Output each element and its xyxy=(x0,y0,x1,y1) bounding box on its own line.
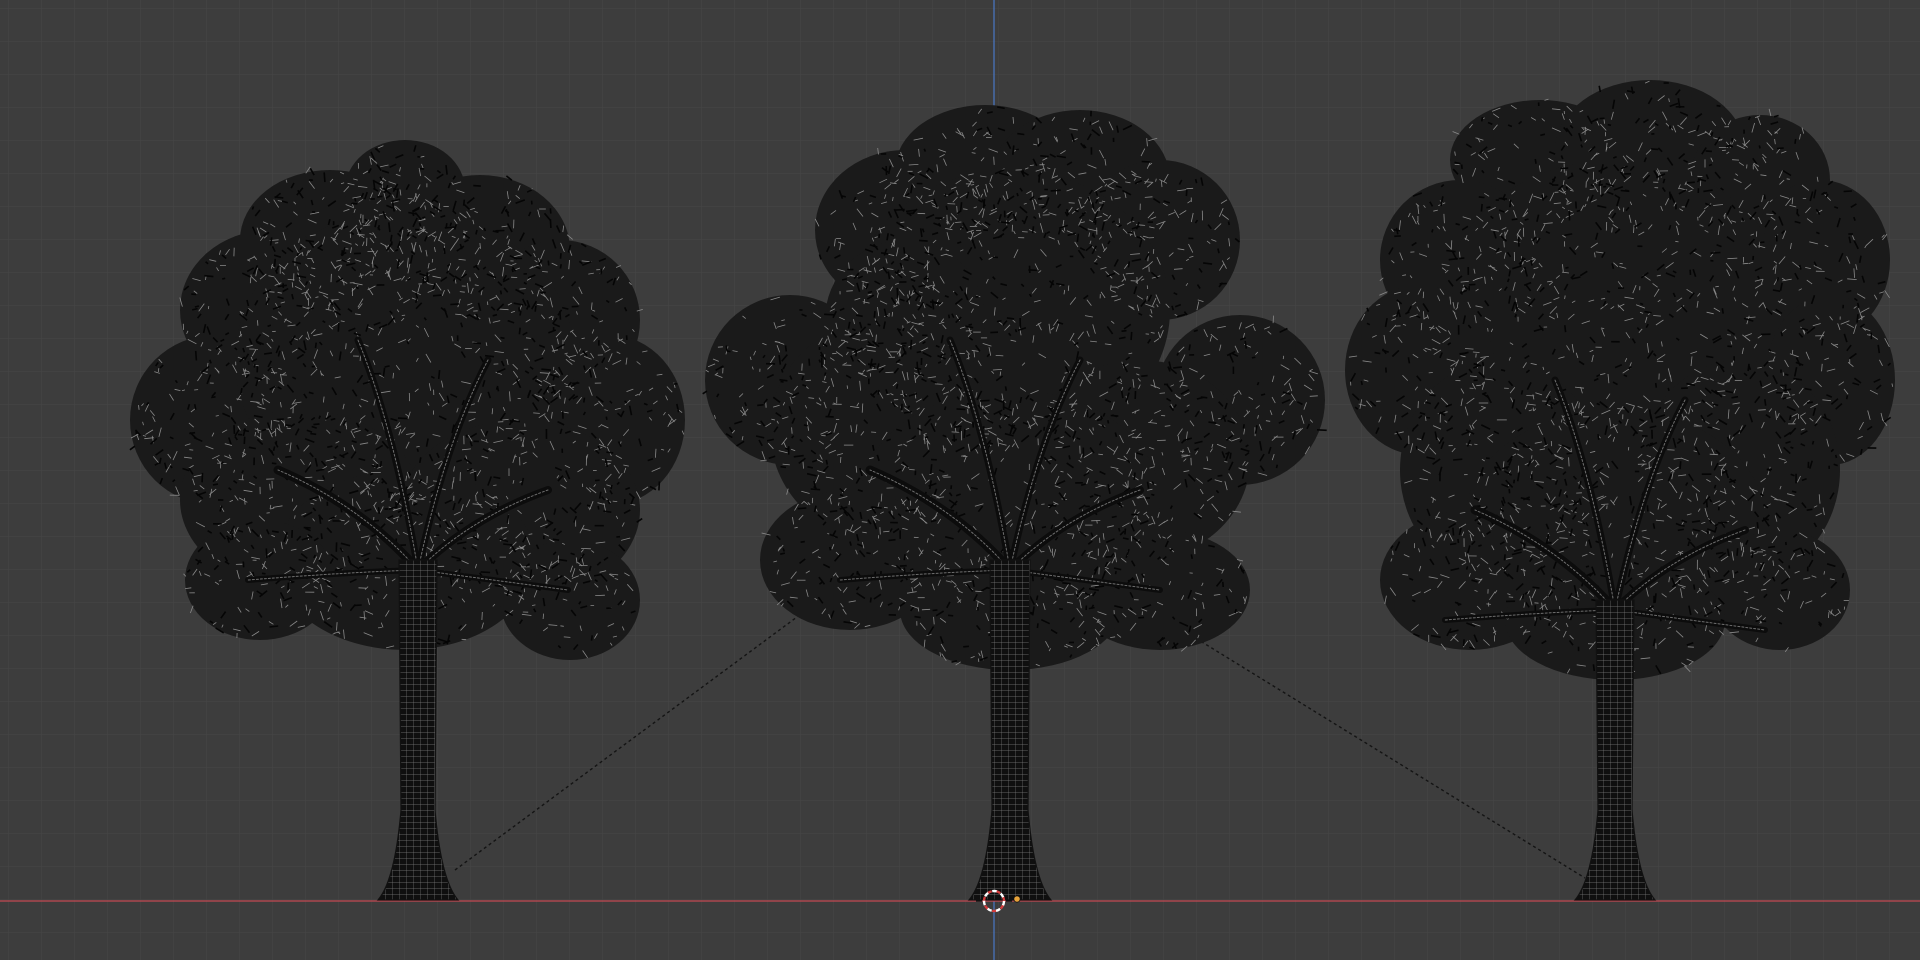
3d-viewport[interactable] xyxy=(0,0,1920,960)
viewport-canvas[interactable] xyxy=(0,0,1920,960)
object-origin-icon xyxy=(1013,895,1021,903)
